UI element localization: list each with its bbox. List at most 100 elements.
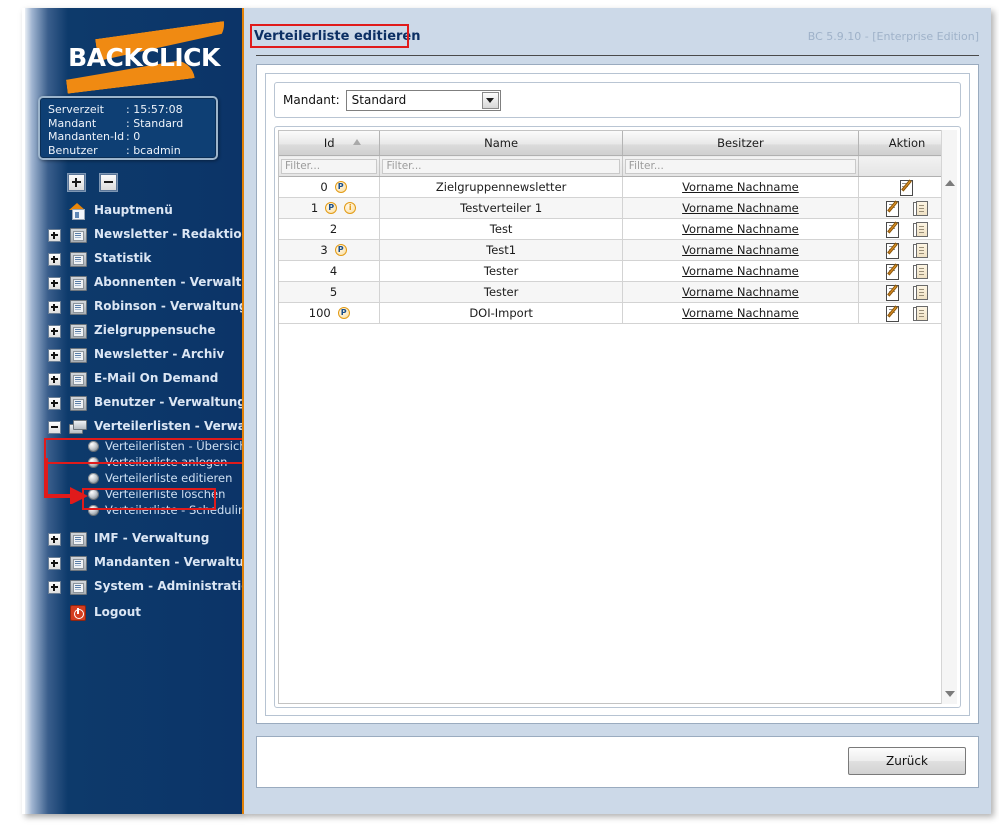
filter-input-name[interactable]: Filter... xyxy=(382,158,620,174)
copy-icon[interactable] xyxy=(913,221,929,237)
copy-icon[interactable] xyxy=(913,263,929,279)
edit-icon[interactable] xyxy=(886,200,901,217)
expand-icon[interactable] xyxy=(48,397,61,410)
copy-icon[interactable] xyxy=(913,242,929,258)
bullet-sphere-icon xyxy=(88,472,99,484)
column-header-name[interactable]: Name xyxy=(379,131,623,156)
sidebar-item-logout[interactable]: Logout xyxy=(22,600,242,624)
personalized-badge-icon[interactable]: P xyxy=(337,307,350,319)
collapse-all-button[interactable] xyxy=(100,174,118,192)
edit-icon[interactable] xyxy=(886,263,901,280)
sidebar-item-hauptmen[interactable]: Hauptmenü xyxy=(22,198,242,222)
sidebar-subitem-verteilerlisten-bersicht[interactable]: Verteilerlisten - Übersicht xyxy=(22,438,242,454)
table-row[interactable]: 5 Tester Vorname Nachname xyxy=(279,281,956,303)
bullet-sphere-icon xyxy=(88,504,99,516)
sidebar-subitem-verteilerliste-editieren[interactable]: Verteilerliste editieren xyxy=(22,470,242,486)
cell-besitzer: Vorname Nachname xyxy=(622,281,860,303)
column-header-besitzer-label: Besitzer xyxy=(717,136,764,150)
expand-all-button[interactable] xyxy=(68,174,85,192)
filter-cell-name: Filter... xyxy=(379,155,623,177)
table-row[interactable]: 1 Pi Testverteiler 1 Vorname Nachname xyxy=(279,197,956,219)
personalized-badge-icon[interactable]: P xyxy=(325,202,338,214)
sidebar-subitem-verteilerliste-anlegen[interactable]: Verteilerliste anlegen xyxy=(22,454,242,470)
edit-icon[interactable] xyxy=(886,242,901,259)
copy-icon[interactable] xyxy=(913,284,929,300)
logout-icon-wrap xyxy=(69,604,87,621)
sidebar-subitem-verteilerliste-scheduling[interactable]: Verteilerliste - Scheduling xyxy=(22,502,242,518)
sidebar-item-newsletter-archiv[interactable]: Newsletter - Archiv xyxy=(22,342,242,366)
sidebar-item-benutzer-verwaltung[interactable]: Benutzer - Verwaltung xyxy=(22,390,242,414)
column-header-id[interactable]: Id xyxy=(279,131,381,156)
personalized-badge-icon[interactable]: P xyxy=(334,244,347,256)
sidebar-nav: Hauptmenü Newsletter - Redaktion Statistik… xyxy=(22,198,242,624)
sidebar-item-system-administration[interactable]: System - Administration xyxy=(22,574,242,598)
distribution-list-grid: Id Name Besitzer Aktion Filter... Filter… xyxy=(274,126,961,708)
expand-icon[interactable] xyxy=(48,253,61,266)
sidebar-item-imf-verwaltung[interactable]: IMF - Verwaltung xyxy=(22,526,242,550)
expand-icon[interactable] xyxy=(48,325,61,338)
sidebar-item-zielgruppensuche[interactable]: Zielgruppensuche xyxy=(22,318,242,342)
row-id: 4 xyxy=(329,264,338,278)
back-button[interactable]: Zurück xyxy=(848,747,966,775)
owner-link[interactable]: Vorname Nachname xyxy=(682,306,799,320)
expand-icon[interactable] xyxy=(48,557,61,570)
edit-icon[interactable] xyxy=(886,284,901,301)
session-label: Serverzeit xyxy=(48,103,104,116)
content-panel-inner: Mandant: Standard Id Name Besitzer Aktio… xyxy=(265,73,970,716)
sidebar-item-abonnenten-verwaltung[interactable]: Abonnenten - Verwaltung xyxy=(22,270,242,294)
sidebar-subitem-verteilerliste-l-schen[interactable]: Verteilerliste löschen xyxy=(22,486,242,502)
scroll-up-icon[interactable] xyxy=(942,175,958,191)
mandant-select[interactable]: Standard xyxy=(345,89,501,111)
personalized-badge-icon[interactable]: P xyxy=(334,181,347,193)
owner-link[interactable]: Vorname Nachname xyxy=(682,285,799,299)
scroll-down-icon[interactable] xyxy=(942,686,958,702)
collapse-icon[interactable] xyxy=(48,421,61,434)
owner-link[interactable]: Vorname Nachname xyxy=(682,264,799,278)
title-divider xyxy=(256,55,979,56)
cell-besitzer: Vorname Nachname xyxy=(622,197,860,219)
owner-link[interactable]: Vorname Nachname xyxy=(682,222,799,236)
expand-icon[interactable] xyxy=(48,373,61,386)
edit-icon[interactable] xyxy=(899,179,915,196)
owner-link[interactable]: Vorname Nachname xyxy=(682,180,799,194)
sort-ascending-icon xyxy=(353,139,362,145)
expand-icon[interactable] xyxy=(48,301,61,314)
copy-icon[interactable] xyxy=(913,305,929,321)
session-value: bcadmin xyxy=(133,143,181,157)
sidebar-item-statistik[interactable]: Statistik xyxy=(22,246,242,270)
session-row: Mandanten-Id: 0 xyxy=(48,130,141,143)
sidebar-item-e-mail-on-demand[interactable]: E-Mail On Demand xyxy=(22,366,242,390)
copy-icon[interactable] xyxy=(913,200,929,216)
owner-link[interactable]: Vorname Nachname xyxy=(682,243,799,257)
table-row[interactable]: 2 Test Vorname Nachname xyxy=(279,218,956,240)
table-row[interactable]: 3 P Test1 Vorname Nachname xyxy=(279,239,956,261)
chevron-down-icon[interactable] xyxy=(481,91,499,109)
cell-besitzer: Vorname Nachname xyxy=(622,218,860,240)
table-row[interactable]: 0 P Zielgruppennewsletter Vorname Nachname xyxy=(279,176,956,198)
table-row[interactable]: 100 P DOI-Import Vorname Nachname xyxy=(279,302,956,324)
folder-icon xyxy=(70,324,87,339)
info-badge-icon[interactable]: i xyxy=(344,202,357,214)
expand-icon[interactable] xyxy=(48,581,61,594)
edit-icon[interactable] xyxy=(886,305,901,322)
expand-icon[interactable] xyxy=(48,277,61,290)
column-header-besitzer[interactable]: Besitzer xyxy=(622,131,860,156)
sidebar-item-newsletter-redaktion[interactable]: Newsletter - Redaktion xyxy=(22,222,242,246)
cell-name: DOI-Import xyxy=(379,302,623,324)
sidebar-item-robinson-verwaltung[interactable]: Robinson - Verwaltung xyxy=(22,294,242,318)
grid-header: Id Name Besitzer Aktion Filter... Filter… xyxy=(279,131,956,177)
owner-link[interactable]: Vorname Nachname xyxy=(682,201,799,215)
filter-input-id[interactable]: Filter... xyxy=(281,158,378,174)
edit-icon[interactable] xyxy=(886,221,901,238)
cell-id: 2 xyxy=(279,218,381,240)
sidebar-item-label: Abonnenten - Verwaltung xyxy=(94,275,242,289)
expand-icon[interactable] xyxy=(48,349,61,362)
expand-icon[interactable] xyxy=(48,229,61,242)
sidebar-item-mandanten-verwaltung[interactable]: Mandanten - Verwaltung xyxy=(22,550,242,574)
grid-vertical-scrollbar[interactable] xyxy=(941,130,957,704)
sidebar-item-label: Zielgruppensuche xyxy=(94,323,216,337)
table-row[interactable]: 4 Tester Vorname Nachname xyxy=(279,260,956,282)
sidebar-item-verteilerlisten-verwaltung[interactable]: Verteilerlisten - Verwaltung xyxy=(22,414,242,438)
filter-input-besitzer[interactable]: Filter... xyxy=(624,158,857,174)
expand-icon[interactable] xyxy=(48,533,61,546)
